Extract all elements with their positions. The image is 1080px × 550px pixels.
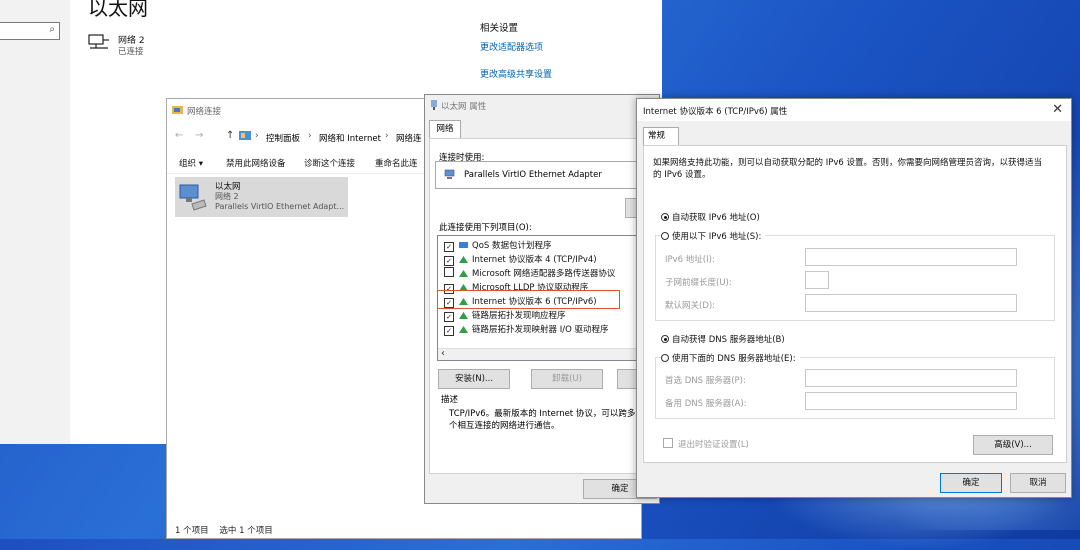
tab-network[interactable]: 网络 (429, 120, 461, 138)
search-icon: ⌕ (49, 24, 55, 35)
close-icon[interactable]: ✕ (1052, 102, 1063, 117)
preferred-dns-label: 首选 DNS 服务器(P): (665, 376, 746, 386)
protocol-icon (459, 256, 468, 263)
default-gateway-field[interactable] (805, 294, 1017, 312)
adapter-field: Parallels VirtIO Ethernet Adapter (435, 161, 655, 189)
advanced-button[interactable]: 高级(V)... (973, 435, 1053, 455)
dialog-title: 以太网 属性 (441, 102, 487, 112)
radio-label: 使用下面的 DNS 服务器地址(E): (672, 354, 796, 364)
item-network: 网络 2 (215, 192, 239, 201)
list-item[interactable]: ✓ QoS 数据包计划程序 (444, 239, 552, 253)
horizontal-scrollbar[interactable]: ‹ (438, 348, 660, 360)
list-item[interactable]: ✓ Internet 协议版本 4 (TCP/IPv4) (444, 253, 597, 267)
checkbox[interactable] (444, 267, 454, 277)
radio-indicator[interactable] (661, 232, 669, 240)
cancel-button[interactable]: 取消 (1010, 473, 1066, 493)
uninstall-button[interactable]: 卸载(U) (531, 369, 603, 389)
checkbox[interactable]: ✓ (444, 312, 454, 322)
search-input[interactable]: ⌕ (0, 22, 60, 40)
network-status: 已连接 (118, 47, 144, 57)
items-label: 此连接使用下列项目(O): (439, 223, 532, 233)
alternate-dns-label: 备用 DNS 服务器(A): (665, 399, 747, 409)
breadcrumb-control-panel[interactable]: 控制面板 (266, 132, 300, 144)
ok-button[interactable]: 确定 (940, 473, 1002, 493)
auto-ipv6-radio[interactable]: 自动获取 IPv6 地址(O) (661, 211, 760, 223)
breadcrumb-network-connections[interactable]: 网络连 (396, 132, 422, 144)
scroll-left-icon[interactable]: ‹ (441, 348, 445, 359)
default-gateway-label: 默认网关(D): (665, 301, 716, 311)
radio-indicator[interactable] (661, 213, 669, 221)
ipv6-properties-dialog: Internet 协议版本 6 (TCP/IPv6) 属性 ✕ 常规 如果网络支… (636, 98, 1072, 498)
auto-dns-radio[interactable]: 自动获得 DNS 服务器地址(B) (661, 333, 785, 345)
protocol-icon (459, 312, 468, 319)
radio-label: 使用以下 IPv6 地址(S): (672, 232, 762, 242)
radio-label: 自动获得 DNS 服务器地址(B) (672, 335, 785, 345)
list-item[interactable]: ✓ 链路层拓扑发现响应程序 (444, 309, 566, 323)
up-icon[interactable]: ↑ (226, 130, 234, 141)
settings-nav-pane (0, 0, 70, 444)
intro-text: 如果网络支持此功能，则可以自动获取分配的 IPv6 设置。否则，你需要向网络管理… (653, 158, 1042, 180)
page-title: 以太网 (88, 0, 148, 20)
change-adapter-options-link[interactable]: 更改适配器选项 (480, 40, 543, 53)
ipv6-address-label: IPv6 地址(I): (665, 255, 715, 265)
dialog-title: Internet 协议版本 6 (TCP/IPv6) 属性 (643, 107, 788, 117)
preferred-dns-field[interactable] (805, 369, 1017, 387)
status-bar-text: 1 个项目 选中 1 个项目 (175, 526, 273, 536)
rename-button[interactable]: 重命名此连 (375, 157, 418, 169)
organize-menu[interactable]: 组织 ▾ (179, 157, 203, 169)
checkbox[interactable]: ✓ (444, 326, 454, 336)
checkbox[interactable]: ✓ (444, 256, 454, 266)
diagnose-button[interactable]: 诊断这个连接 (304, 157, 355, 169)
radio-label: 自动获取 IPv6 地址(O) (672, 213, 760, 223)
manual-dns-radio[interactable]: 使用下面的 DNS 服务器地址(E): (661, 352, 800, 364)
item-label: Microsoft 网络适配器多路传送器协议 (472, 269, 616, 279)
network-adapter-icon (179, 184, 207, 211)
network-folder-icon (172, 106, 183, 114)
change-sharing-settings-link[interactable]: 更改高级共享设置 (480, 67, 552, 80)
breadcrumb-separator: › (308, 131, 312, 141)
network-adapter-icon (431, 100, 437, 110)
description-title: 描述 (441, 395, 459, 405)
tab-general[interactable]: 常规 (643, 127, 679, 145)
control-panel-icon (239, 131, 251, 140)
prefix-length-label: 子网前缀长度(U): (665, 278, 732, 288)
breadcrumb-network-internet[interactable]: 网络和 Internet (319, 132, 381, 144)
radio-indicator[interactable] (661, 335, 669, 343)
description-text: TCP/IPv6。最新版本的 Internet 协议，可以跨多个相互连接的网络进… (449, 409, 636, 431)
prefix-length-field[interactable] (805, 271, 829, 289)
item-label: QoS 数据包计划程序 (472, 241, 552, 251)
window-title: 网络连接 (187, 107, 222, 117)
install-button[interactable]: 安装(N)... (438, 369, 510, 389)
highlight-box (437, 290, 620, 309)
checkbox[interactable] (663, 438, 673, 448)
list-item[interactable]: ✓ 链路层拓扑发现映射器 I/O 驱动程序 (444, 323, 608, 337)
disable-device-button[interactable]: 禁用此网络设备 (226, 157, 286, 169)
manual-ipv6-radio[interactable]: 使用以下 IPv6 地址(S): (661, 230, 766, 242)
related-settings-title: 相关设置 (480, 23, 519, 34)
radio-indicator[interactable] (661, 354, 669, 362)
list-item[interactable]: Microsoft 网络适配器多路传送器协议 (444, 267, 615, 281)
network-monitor-icon (88, 34, 109, 49)
checkbox-label: 退出时验证设置(L) (678, 440, 749, 450)
item-label: Internet 协议版本 4 (TCP/IPv4) (472, 255, 597, 265)
breadcrumb-separator: › (385, 131, 389, 141)
checkbox[interactable]: ✓ (444, 242, 454, 252)
back-icon[interactable]: ← (175, 130, 183, 141)
item-adapter: Parallels VirtIO Ethernet Adapt... (215, 202, 345, 211)
item-label: 链路层拓扑发现映射器 I/O 驱动程序 (472, 325, 609, 335)
qos-icon (459, 242, 468, 248)
protocol-icon (459, 270, 468, 277)
item-label: 链路层拓扑发现响应程序 (472, 311, 566, 321)
titlebar: Internet 协议版本 6 (TCP/IPv6) 属性 ✕ (637, 99, 1071, 121)
adapter-icon (444, 169, 455, 179)
alternate-dns-field[interactable] (805, 392, 1017, 410)
ipv6-address-field[interactable] (805, 248, 1017, 266)
validate-checkbox[interactable]: 退出时验证设置(L) (663, 438, 749, 450)
breadcrumb-separator: › (255, 131, 259, 141)
protocol-icon (459, 326, 468, 333)
adapter-name: Parallels VirtIO Ethernet Adapter (464, 170, 602, 180)
forward-icon[interactable]: → (195, 130, 203, 141)
list-item-ethernet[interactable]: 以太网 网络 2 Parallels VirtIO Ethernet Adapt… (175, 177, 348, 217)
